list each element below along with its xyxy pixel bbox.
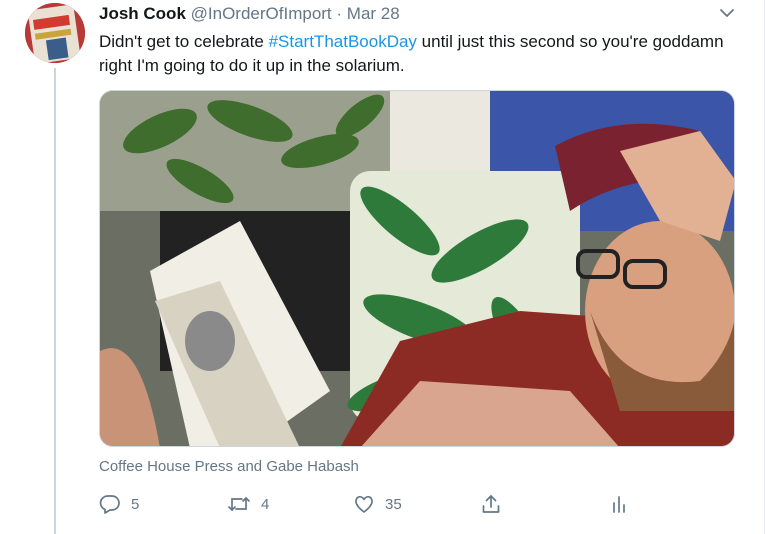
tweet-header: Josh Cook @InOrderOfImport · Mar 28 xyxy=(99,3,400,25)
separator-dot: · xyxy=(336,4,343,23)
like-count: 35 xyxy=(385,495,402,513)
share-button[interactable] xyxy=(480,493,502,515)
chevron-down-icon[interactable] xyxy=(718,6,736,20)
tweet-photo[interactable] xyxy=(99,90,735,447)
user-handle[interactable]: @InOrderOfImport xyxy=(191,4,332,23)
tweet-text: Didn't get to celebrate #StartThatBookDa… xyxy=(99,30,739,78)
avatar[interactable] xyxy=(25,3,85,63)
reply-icon xyxy=(99,493,121,515)
thread-line xyxy=(54,68,56,534)
display-name[interactable]: Josh Cook xyxy=(99,4,186,23)
tweet[interactable]: Josh Cook @InOrderOfImport · Mar 28 Didn… xyxy=(0,0,765,534)
retweet-count: 4 xyxy=(261,495,270,513)
analytics-button[interactable] xyxy=(608,493,630,515)
retweet-icon xyxy=(227,493,251,515)
retweet-button[interactable]: 4 xyxy=(227,493,269,515)
like-icon xyxy=(353,493,375,515)
media-caption[interactable]: Coffee House Press and Gabe Habash xyxy=(99,458,359,475)
tweet-actions: 5 4 35 xyxy=(99,493,739,515)
tweet-text-start: Didn't get to celebrate xyxy=(99,32,269,51)
analytics-icon xyxy=(608,493,630,515)
hashtag-link[interactable]: #StartThatBookDay xyxy=(269,32,417,51)
tweet-date[interactable]: Mar 28 xyxy=(347,4,400,23)
reply-button[interactable]: 5 xyxy=(99,493,139,515)
share-icon xyxy=(480,493,502,515)
like-button[interactable]: 35 xyxy=(353,493,402,515)
reply-count: 5 xyxy=(131,495,140,513)
